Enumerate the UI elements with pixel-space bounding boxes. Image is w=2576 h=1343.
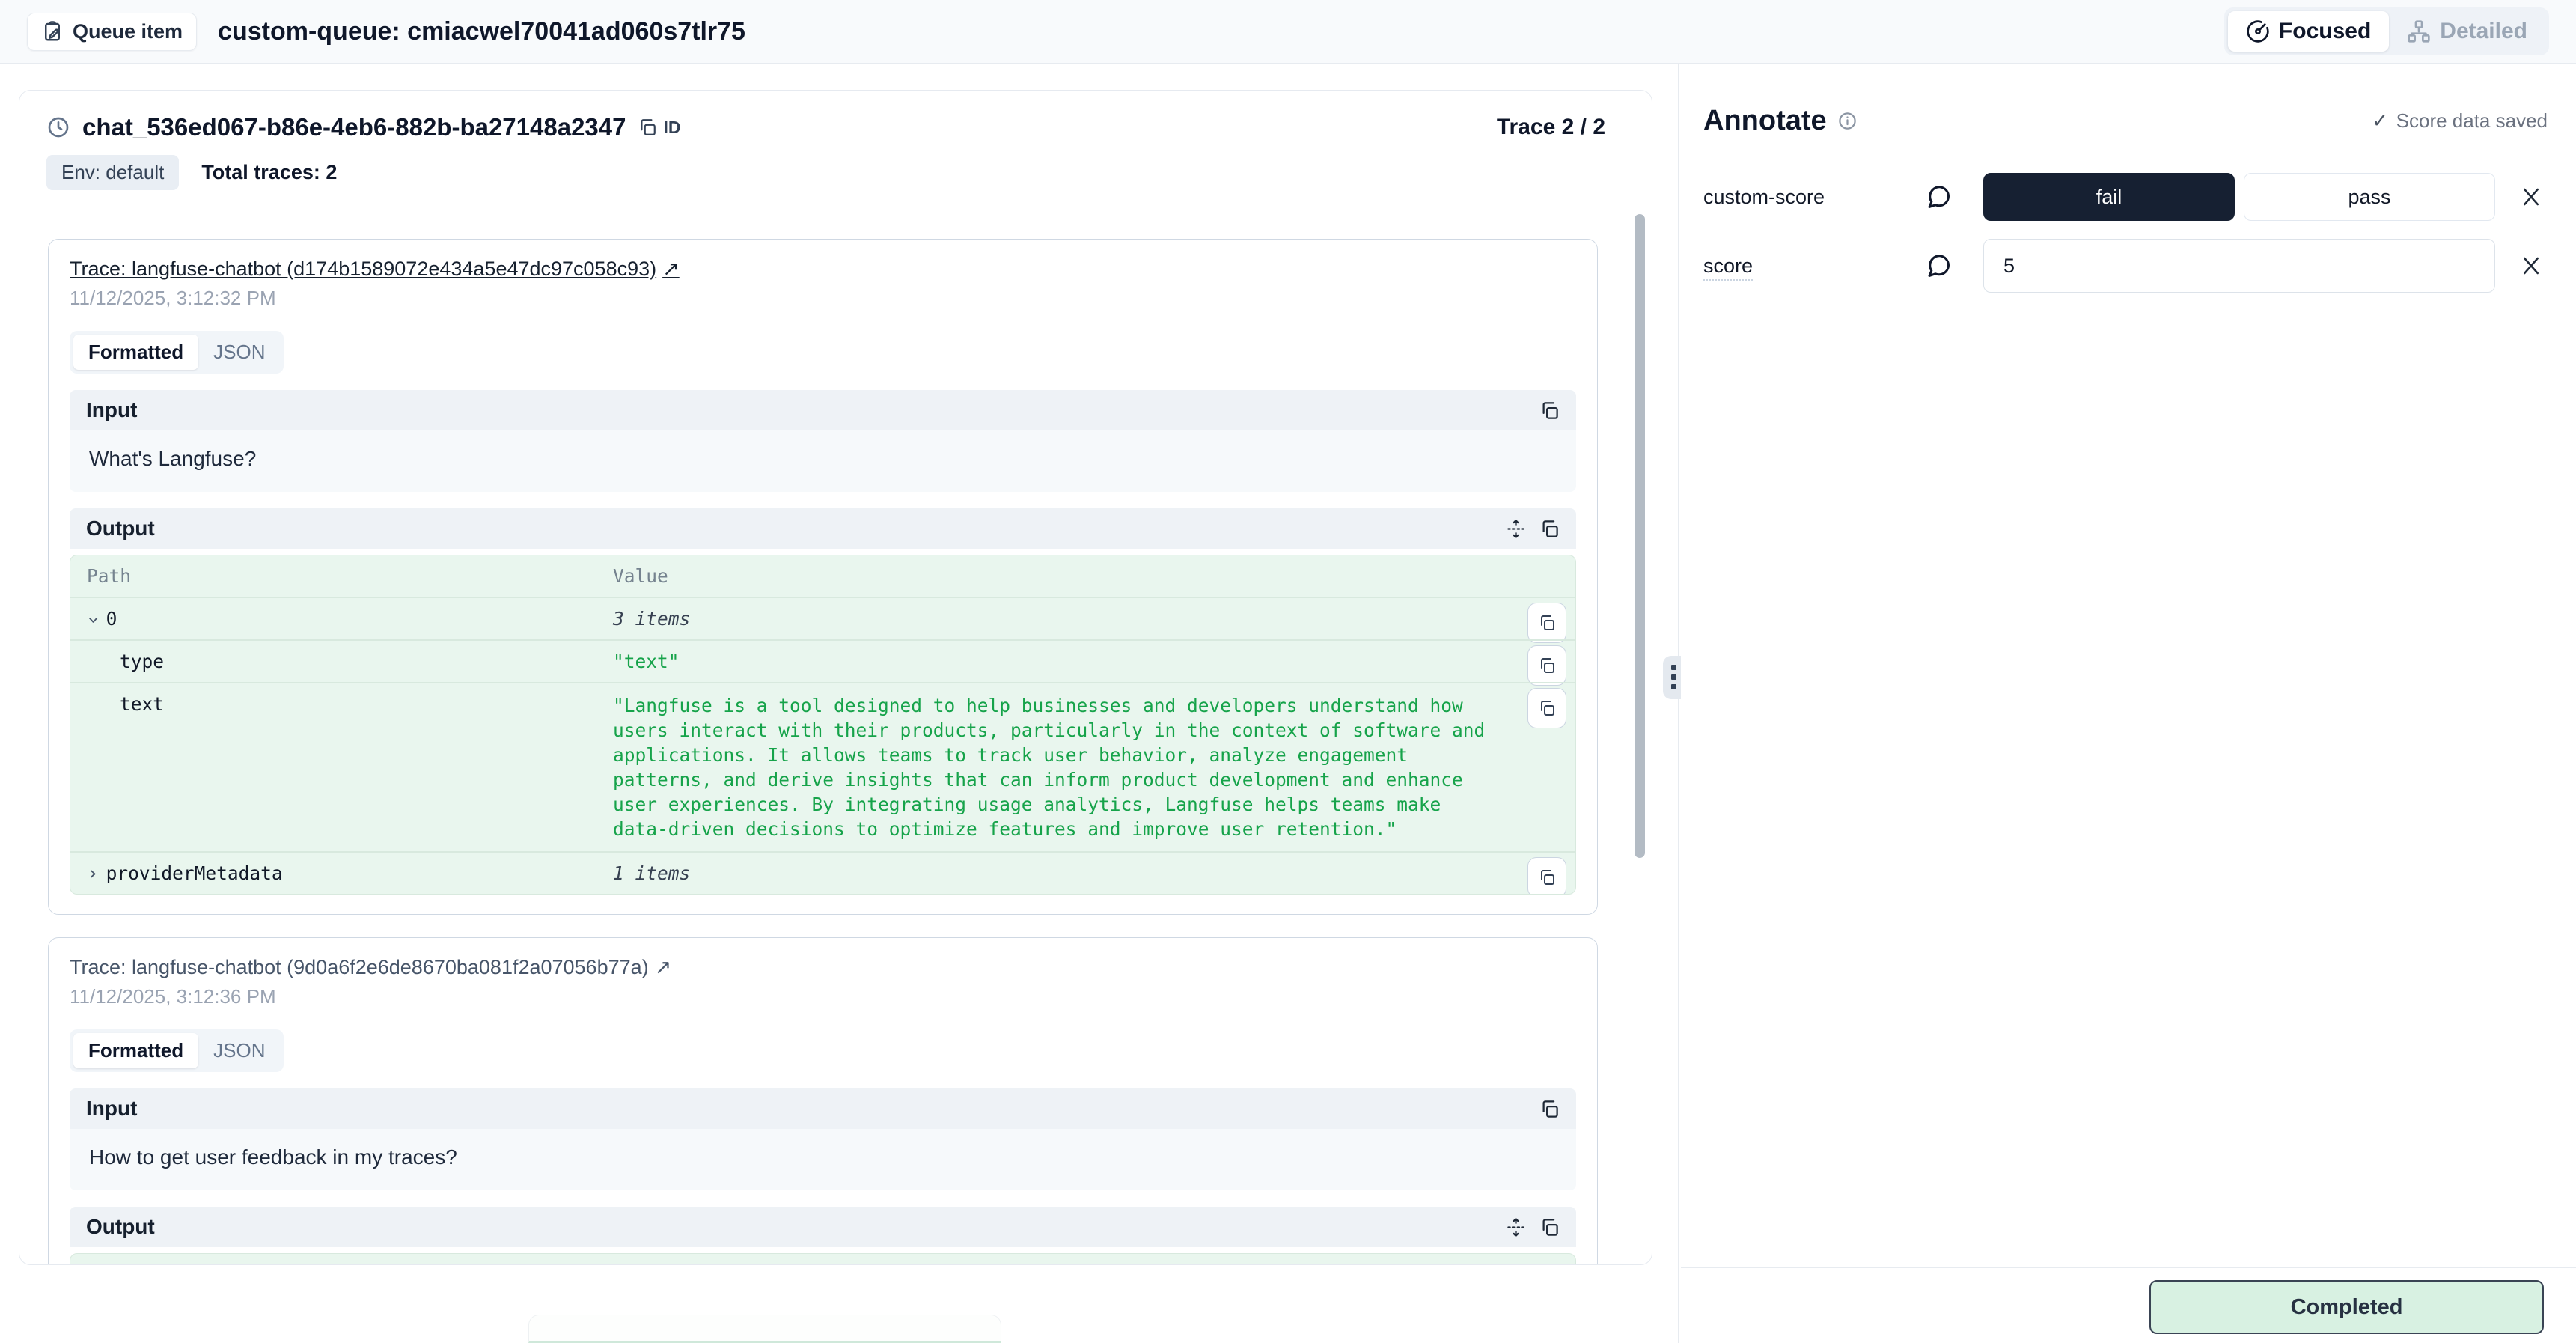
trace-card-2: Trace: langfuse-chatbot (9d0a6f2e6de8670… bbox=[48, 937, 1598, 1264]
item-header: chat_536ed067-b86e-4eb6-882b-ba27148a234… bbox=[19, 91, 1652, 210]
trace-timestamp-1: 11/12/2025, 3:12:32 PM bbox=[70, 287, 1576, 310]
output-section-header-2: Output bbox=[70, 1207, 1576, 1247]
footer-divider bbox=[1681, 1267, 2576, 1268]
tab-json-1[interactable]: JSON bbox=[198, 335, 280, 370]
delete-score-icon[interactable] bbox=[2515, 255, 2548, 277]
trace-link-2[interactable]: Trace: langfuse-chatbot (9d0a6f2e6de8670… bbox=[70, 956, 671, 979]
tab-formatted-2[interactable]: Formatted bbox=[73, 1033, 198, 1068]
info-icon[interactable] bbox=[1837, 111, 1858, 131]
item-title: chat_536ed067-b86e-4eb6-882b-ba27148a234… bbox=[82, 113, 626, 141]
view-mode-toggle: Focused Detailed bbox=[2224, 7, 2549, 55]
copy-icon[interactable] bbox=[1539, 1217, 1560, 1237]
panel-divider bbox=[1678, 64, 1679, 1343]
copy-icon bbox=[638, 118, 657, 137]
output-json-table-1: Path Value ›0 3 items type bbox=[70, 555, 1576, 895]
save-status-label: Score data saved bbox=[2396, 109, 2548, 133]
trace-link-1-text: Trace: langfuse-chatbot (d174b1589072e43… bbox=[70, 258, 656, 281]
id-label: ID bbox=[663, 118, 680, 138]
focused-view-button[interactable]: Focused bbox=[2228, 11, 2389, 52]
annotate-panel: Annotate ✓ Score data saved custom-score… bbox=[1681, 64, 2576, 1267]
vertical-scrollbar[interactable] bbox=[1635, 214, 1645, 858]
output-section-header-1: Output bbox=[70, 508, 1576, 549]
queue-item-card: chat_536ed067-b86e-4eb6-882b-ba27148a234… bbox=[19, 90, 1652, 1265]
score-value-input[interactable] bbox=[1983, 239, 2495, 293]
check-icon: ✓ bbox=[2372, 109, 2389, 133]
trace-card-1: Trace: langfuse-chatbot (d174b1589072e43… bbox=[48, 239, 1598, 915]
json-row-type[interactable]: type "text" bbox=[70, 639, 1575, 682]
focused-view-label: Focused bbox=[2279, 19, 2371, 44]
save-status: ✓ Score data saved bbox=[2372, 109, 2548, 133]
completed-button[interactable]: Completed bbox=[2149, 1280, 2544, 1334]
score-row-custom-score: custom-score fail pass bbox=[1703, 173, 2548, 221]
unfold-vertical-icon[interactable] bbox=[1506, 519, 1526, 539]
input-value-1: What's Langfuse? bbox=[70, 430, 1576, 492]
queue-item-page: Queue item custom-queue: cmiacwel70041ad… bbox=[0, 0, 2576, 1343]
output-json-table-2: Path Value ›0 3 items bbox=[70, 1253, 1576, 1264]
external-link-icon: ↗ bbox=[662, 258, 680, 281]
queue-item-badge: Queue item bbox=[27, 13, 197, 51]
traces-scroll-area[interactable]: Trace: langfuse-chatbot (d174b1589072e43… bbox=[19, 210, 1652, 1264]
trace-link-1[interactable]: Trace: langfuse-chatbot (d174b1589072e43… bbox=[70, 258, 680, 281]
input-section-header-2: Input bbox=[70, 1088, 1576, 1129]
chevron-down-icon[interactable]: › bbox=[84, 614, 103, 626]
json-row-text[interactable]: text "Langfuse is a tool designed to hel… bbox=[70, 682, 1575, 851]
detailed-view-label: Detailed bbox=[2440, 19, 2527, 44]
annotate-title: Annotate bbox=[1703, 105, 1827, 137]
score-option-fail[interactable]: fail bbox=[1983, 173, 2235, 221]
input-label-2: Input bbox=[86, 1097, 137, 1121]
clipboard-pen-icon bbox=[41, 20, 64, 43]
json-row-providerMetadata[interactable]: ›providerMetadata 1 items bbox=[70, 851, 1575, 894]
comment-icon[interactable] bbox=[1925, 183, 1983, 210]
gauge-icon bbox=[2246, 19, 2270, 43]
input-section-header-1: Input bbox=[70, 390, 1576, 430]
score-row-score: score bbox=[1703, 239, 2548, 293]
value-column-header: Value bbox=[613, 565, 1559, 587]
comment-icon[interactable] bbox=[1925, 252, 1983, 279]
copy-row-button[interactable] bbox=[1527, 603, 1566, 643]
queue-item-badge-label: Queue item bbox=[73, 20, 183, 43]
detailed-view-button[interactable]: Detailed bbox=[2389, 11, 2545, 52]
external-link-icon: ↗ bbox=[655, 956, 672, 979]
copy-icon[interactable] bbox=[1539, 401, 1560, 421]
trace-link-2-text: Trace: langfuse-chatbot (9d0a6f2e6de8670… bbox=[70, 956, 649, 979]
copy-id-button[interactable]: ID bbox=[638, 118, 680, 138]
input-value-2: How to get user feedback in my traces? bbox=[70, 1129, 1576, 1190]
tab-json-2[interactable]: JSON bbox=[198, 1033, 280, 1068]
chevron-right-icon[interactable]: › bbox=[87, 864, 99, 883]
trace-timestamp-2: 11/12/2025, 3:12:36 PM bbox=[70, 985, 1576, 1008]
clock-icon bbox=[46, 115, 70, 139]
format-tabs-1: Formatted JSON bbox=[70, 331, 284, 374]
score-label-score: score bbox=[1703, 255, 1753, 281]
copy-row-button[interactable] bbox=[1527, 645, 1566, 686]
json-row-0[interactable]: ›0 3 items bbox=[70, 597, 1575, 639]
score-label-custom-score: custom-score bbox=[1703, 186, 1925, 209]
delete-score-icon[interactable] bbox=[2515, 186, 2548, 208]
path-column-header: Path bbox=[87, 565, 613, 587]
score-option-pass[interactable]: pass bbox=[2244, 173, 2495, 221]
total-traces-label: Total traces: 2 bbox=[201, 161, 337, 184]
bottom-partial-element bbox=[528, 1315, 1001, 1343]
copy-row-button[interactable] bbox=[1527, 857, 1566, 895]
page-title: custom-queue: cmiacwel70041ad060s7tlr75 bbox=[218, 17, 745, 46]
format-tabs-2: Formatted JSON bbox=[70, 1029, 284, 1072]
copy-icon[interactable] bbox=[1539, 519, 1560, 539]
app-header: Queue item custom-queue: cmiacwel70041ad… bbox=[0, 0, 2576, 64]
trace-counter: Trace 2 / 2 bbox=[1497, 115, 1605, 140]
input-label-1: Input bbox=[86, 398, 137, 422]
copy-icon[interactable] bbox=[1539, 1099, 1560, 1119]
sitemap-icon bbox=[2407, 19, 2431, 43]
output-label-1: Output bbox=[86, 517, 155, 540]
output-label-2: Output bbox=[86, 1215, 155, 1239]
tab-formatted-1[interactable]: Formatted bbox=[73, 335, 198, 370]
unfold-vertical-icon[interactable] bbox=[1506, 1217, 1526, 1237]
env-badge: Env: default bbox=[46, 155, 179, 190]
copy-row-button[interactable] bbox=[1527, 688, 1566, 728]
